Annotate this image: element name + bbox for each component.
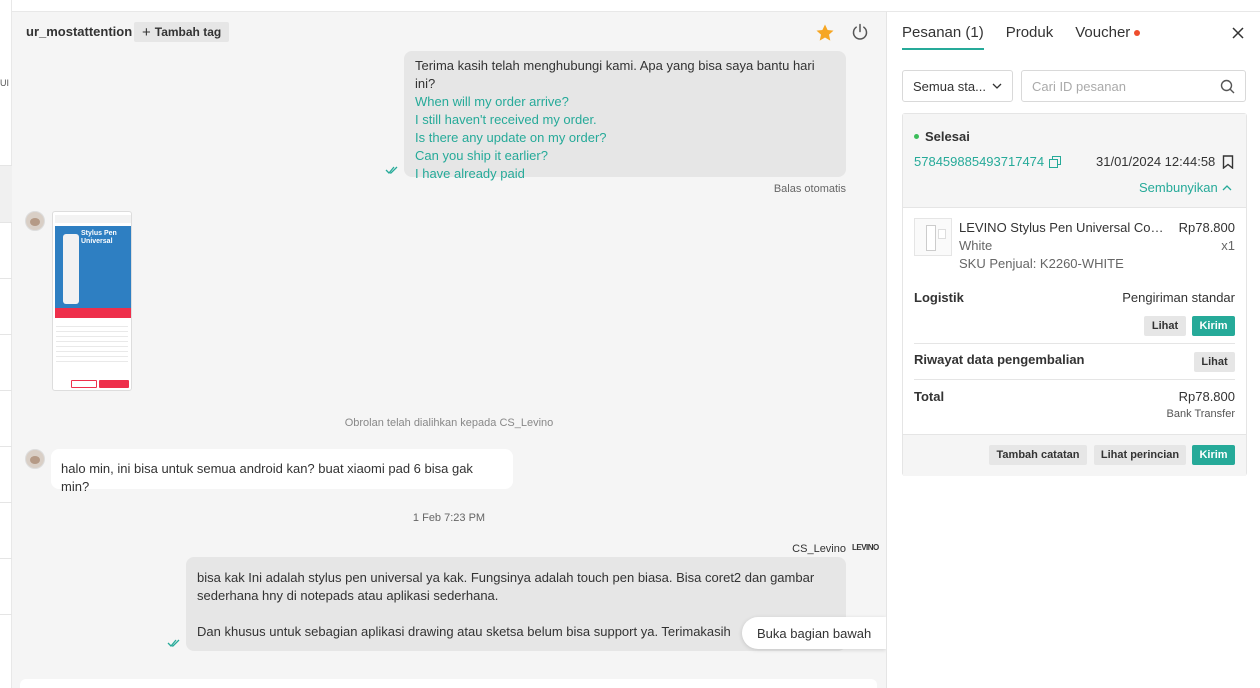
product-thumbnail[interactable] <box>914 218 952 256</box>
panel-tabs: Pesanan (1) Produk Voucher <box>902 12 1141 52</box>
order-card: Selesai 578459885493717474 31/01/2024 12… <box>902 113 1247 476</box>
divider <box>0 558 12 559</box>
add-tag-label: Tambah tag <box>154 25 222 39</box>
divider <box>0 614 12 615</box>
quick-reply-option[interactable]: Can you ship it earlier? <box>415 147 835 165</box>
chat-username[interactable]: ur_mostattention <box>26 24 132 39</box>
conversation-list-strip: UI <box>0 0 12 688</box>
open-bottom-button[interactable]: Buka bagian bawah <box>742 617 886 649</box>
status-filter-select[interactable]: Semua sta... <box>902 70 1013 102</box>
copy-icon[interactable] <box>1049 155 1062 168</box>
order-search[interactable] <box>1021 70 1246 102</box>
chat-window: ur_mostattention + Tambah tag Terima kas… <box>12 11 886 688</box>
chevron-down-icon <box>992 83 1002 89</box>
divider <box>0 278 12 279</box>
order-panel: Pesanan (1) Produk Voucher Semua sta... … <box>886 11 1260 688</box>
order-header: Selesai 578459885493717474 31/01/2024 12… <box>903 114 1246 208</box>
close-icon[interactable] <box>1231 26 1245 40</box>
total-label: Total <box>914 389 945 404</box>
star-icon[interactable] <box>815 23 835 43</box>
order-id-link[interactable]: 578459885493717474 <box>914 154 1062 169</box>
view-details-button[interactable]: Lihat perincian <box>1094 445 1186 465</box>
hide-details-link[interactable]: Sembunyikan <box>1139 180 1232 195</box>
add-note-button[interactable]: Tambah catatan <box>989 445 1087 465</box>
divider <box>914 343 1235 344</box>
buyer-message-bubble: halo min, ini bisa untuk semua android k… <box>51 449 513 494</box>
divider <box>0 390 12 391</box>
read-check-icon <box>167 639 180 647</box>
tab-vouchers[interactable]: Voucher <box>1075 12 1141 50</box>
system-message: Obrolan telah dialihkan kepada CS_Levino <box>344 417 554 429</box>
order-actions: Tambah catatan Lihat perincian Kirim <box>903 434 1246 476</box>
logistics-label: Logistik <box>914 290 964 305</box>
status-dot <box>914 134 919 139</box>
view-logistics-button[interactable]: Lihat <box>1144 316 1186 336</box>
agent-logo: LEVINO <box>852 543 879 552</box>
divider <box>0 334 12 335</box>
product-variant: White <box>959 238 993 253</box>
send-order-button[interactable]: Kirim <box>1192 445 1235 465</box>
agent-message-text: bisa kak Ini adalah stylus pen universal… <box>197 570 815 603</box>
divider <box>914 379 1235 380</box>
order-status: Selesai <box>914 129 970 144</box>
notification-dot <box>1134 30 1141 37</box>
quick-reply-option[interactable]: I still haven't received my order. <box>415 111 835 129</box>
return-history-label: Riwayat data pengembalian <box>914 352 1085 367</box>
power-icon[interactable] <box>851 23 869 41</box>
divider <box>0 222 12 223</box>
buyer-avatar <box>25 211 45 231</box>
chat-header: ur_mostattention + Tambah tag <box>12 12 886 52</box>
product-screenshot-image[interactable]: Stylus Pen Universal <box>52 211 132 391</box>
read-check-icon <box>385 166 398 174</box>
auto-reply-bubble: Terima kasih telah menghubungi kami. Apa… <box>404 51 846 181</box>
product-price: Rp78.800 <box>1178 220 1235 235</box>
bookmark-icon[interactable] <box>1222 155 1234 169</box>
quick-reply-option[interactable]: Is there any update on my order? <box>415 129 835 147</box>
payment-method: Bank Transfer <box>1166 408 1235 420</box>
product-name[interactable]: LEVINO Stylus Pen Universal Compatible <box>959 220 1171 235</box>
divider <box>0 502 12 503</box>
auto-reply-label: Balas otomatis <box>773 183 846 195</box>
add-tag-button[interactable]: + Tambah tag <box>134 22 230 42</box>
agent-name: CS_Levino <box>792 543 846 555</box>
logistics-value: Pengiriman standar <box>1122 290 1235 305</box>
product-quantity: x1 <box>1221 238 1235 253</box>
quick-reply-option[interactable]: When will my order arrive? <box>415 93 835 111</box>
selected-conversation[interactable] <box>0 166 12 222</box>
total-value: Rp78.800 <box>1178 389 1235 404</box>
view-return-history-button[interactable]: Lihat <box>1194 352 1235 372</box>
order-date: 31/01/2024 12:44:58 <box>1096 154 1216 169</box>
product-sku: SKU Penjual: K2260-WHITE <box>959 256 1124 271</box>
date-divider: 1 Feb 7:23 PM <box>412 512 486 524</box>
order-search-input[interactable] <box>1032 78 1202 94</box>
search-icon[interactable] <box>1220 79 1235 94</box>
agent-message-text: Dan khusus untuk sebagian aplikasi drawi… <box>197 624 731 639</box>
greeting-text: Terima kasih telah menghubungi kami. Apa… <box>415 58 815 91</box>
divider <box>0 165 12 166</box>
message-input[interactable] <box>20 679 877 688</box>
plus-icon: + <box>142 23 151 41</box>
clipped-text: UI <box>0 78 9 88</box>
divider <box>0 446 12 447</box>
tab-orders[interactable]: Pesanan (1) <box>902 12 984 50</box>
send-logistics-button[interactable]: Kirim <box>1192 316 1235 336</box>
tab-products[interactable]: Produk <box>1006 12 1054 50</box>
buyer-avatar <box>25 449 45 469</box>
product-image-title: Stylus Pen Universal <box>81 230 117 245</box>
chevron-up-icon <box>1222 184 1232 190</box>
quick-reply-option[interactable]: I have already paid <box>415 165 835 183</box>
